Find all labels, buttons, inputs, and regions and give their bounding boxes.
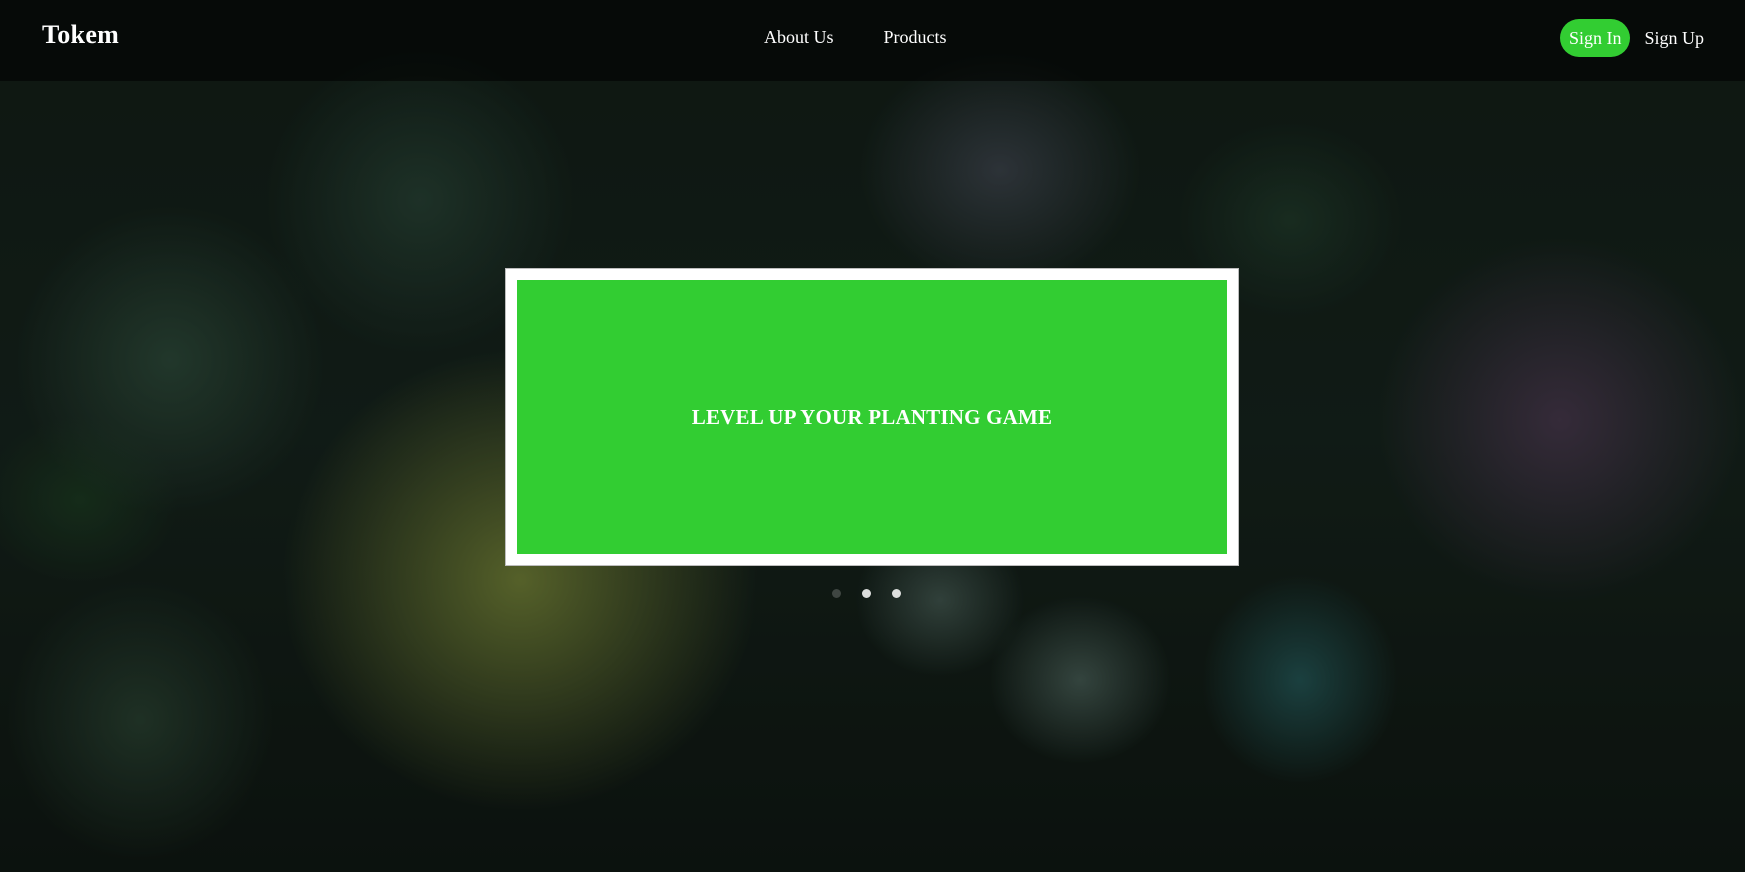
top-navbar: Tokem About Us Products Sign In Sign Up (0, 0, 1745, 81)
nav-links: About Us Products (764, 27, 947, 48)
nav-link-about-us[interactable]: About Us (764, 27, 834, 48)
landing-page: Tokem About Us Products Sign In Sign Up … (0, 0, 1745, 872)
auth-actions: Sign In Sign Up (1559, 19, 1704, 57)
nav-link-products[interactable]: Products (884, 27, 947, 48)
carousel-dot-3[interactable] (892, 589, 901, 598)
carousel-dot-1[interactable] (832, 589, 841, 598)
hero-banner: LEVEL UP YOUR PLANTING GAME (517, 280, 1227, 554)
hero-title: LEVEL UP YOUR PLANTING GAME (691, 404, 1053, 429)
carousel-dot-2[interactable] (862, 589, 871, 598)
hero-card: LEVEL UP YOUR PLANTING GAME (505, 268, 1239, 566)
sign-up-link[interactable]: Sign Up (1644, 28, 1704, 49)
sign-in-button[interactable]: Sign In (1559, 19, 1631, 57)
brand-logo[interactable]: Tokem (42, 20, 119, 50)
carousel-indicators (832, 589, 901, 598)
